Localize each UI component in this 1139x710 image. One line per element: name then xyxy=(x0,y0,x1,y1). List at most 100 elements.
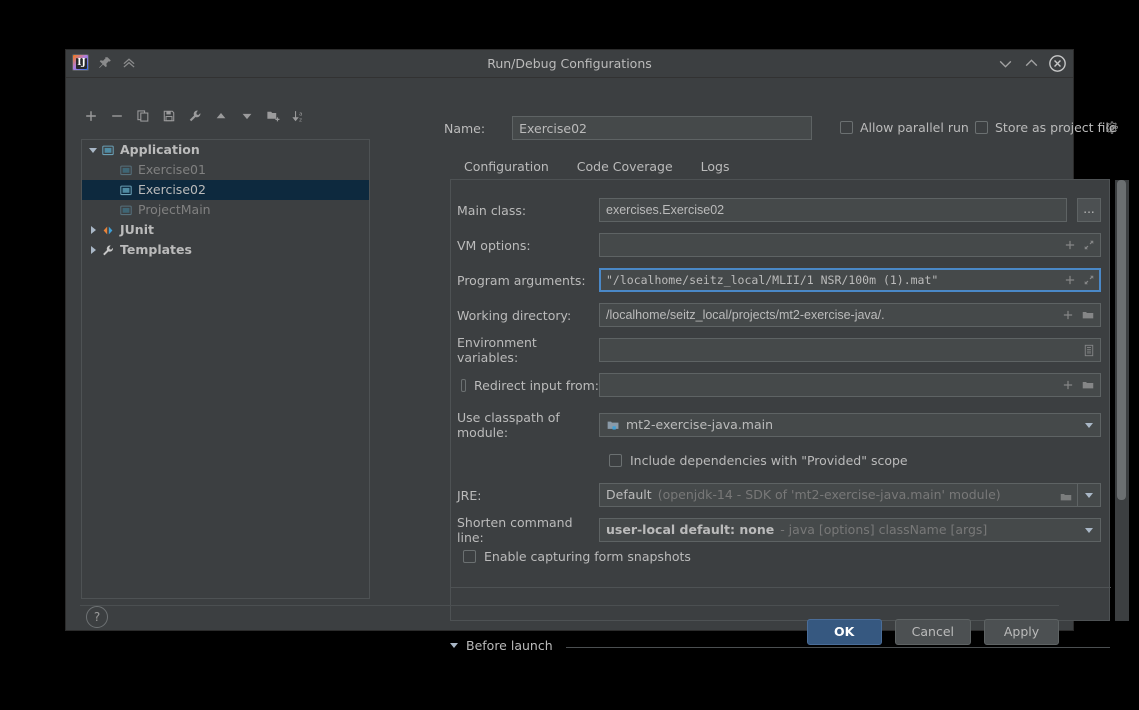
enable-form-snapshots-label: Enable capturing form snapshots xyxy=(484,549,691,564)
dialog-title: Run/Debug Configurations xyxy=(487,56,652,71)
tree-collapse-icon[interactable] xyxy=(86,226,100,234)
environment-variables-label: Environment variables: xyxy=(457,335,537,365)
copy-configuration-button[interactable] xyxy=(130,104,156,128)
cancel-button[interactable]: Cancel xyxy=(894,619,971,645)
gear-icon[interactable] xyxy=(1105,121,1119,135)
module-icon xyxy=(607,421,619,430)
shorten-command-line-combo[interactable]: user-local default: none - java [options… xyxy=(599,518,1101,542)
environment-variables-input[interactable] xyxy=(599,338,1101,362)
jre-combo[interactable]: Default (openjdk-14 - SDK of 'mt2-exerci… xyxy=(599,483,1101,507)
tree-item-templates[interactable]: Templates xyxy=(82,240,369,260)
junit-icon xyxy=(100,224,116,237)
window-controls xyxy=(997,55,1066,72)
editor-tabs: Configuration Code Coverage Logs xyxy=(450,154,744,182)
configurations-tree[interactable]: Application Exercise01 Exercise02 ProjectMa… xyxy=(81,139,370,599)
vm-options-actions xyxy=(1064,233,1095,257)
footer-divider xyxy=(80,605,1059,606)
save-configuration-button[interactable] xyxy=(156,104,182,128)
folder-icon[interactable] xyxy=(1081,309,1095,321)
jre-label: JRE: xyxy=(457,487,482,503)
allow-parallel-run-label: Allow parallel run xyxy=(860,120,969,135)
redirect-input-actions xyxy=(1062,373,1095,397)
tree-item-junit[interactable]: JUnit xyxy=(82,220,369,240)
tree-item-exercise01[interactable]: Exercise01 xyxy=(82,160,369,180)
tab-logs[interactable]: Logs xyxy=(687,154,744,180)
tab-code-coverage[interactable]: Code Coverage xyxy=(563,154,687,180)
program-arguments-row: Program arguments: xyxy=(451,268,1111,292)
tree-item-label: JUnit xyxy=(120,222,154,237)
tree-collapse-icon[interactable] xyxy=(86,246,100,254)
classpath-module-combo[interactable]: mt2-exercise-java.main xyxy=(599,413,1101,437)
move-up-button[interactable] xyxy=(208,104,234,128)
list-edit-icon[interactable] xyxy=(1083,344,1095,357)
dialog-footer: OK Cancel Apply xyxy=(806,619,1059,645)
edit-templates-button[interactable] xyxy=(182,104,208,128)
move-down-button[interactable] xyxy=(234,104,260,128)
name-label: Name: xyxy=(444,120,486,136)
working-directory-row: Working directory: xyxy=(451,303,1111,327)
add-configuration-button[interactable] xyxy=(78,104,104,128)
tree-item-exercise02[interactable]: Exercise02 xyxy=(82,180,369,200)
tree-expand-icon[interactable] xyxy=(86,147,100,153)
expand-icon[interactable] xyxy=(1083,274,1095,286)
jre-row: JRE: Default (openjdk-14 - SDK of 'mt2-e… xyxy=(451,483,1111,507)
main-class-input[interactable] xyxy=(599,198,1067,222)
plus-icon[interactable] xyxy=(1062,309,1074,321)
allow-parallel-run-box[interactable] xyxy=(840,121,853,134)
redirect-input-input[interactable] xyxy=(599,373,1101,397)
tree-item-label: Templates xyxy=(120,242,192,257)
close-button[interactable] xyxy=(1049,55,1066,72)
program-arguments-input[interactable] xyxy=(599,268,1101,292)
environment-variables-actions xyxy=(1083,338,1095,362)
allow-parallel-run-checkbox[interactable]: Allow parallel run xyxy=(840,120,969,135)
apply-button[interactable]: Apply xyxy=(984,619,1059,645)
before-launch-expand-icon[interactable] xyxy=(450,643,458,648)
plus-icon[interactable] xyxy=(1064,239,1076,251)
ok-button[interactable]: OK xyxy=(806,619,882,645)
jre-caret-icon[interactable] xyxy=(1085,493,1093,498)
classpath-module-caret-icon[interactable] xyxy=(1085,423,1093,428)
form-scrollbar[interactable] xyxy=(1115,180,1129,621)
tree-item-label: ProjectMain xyxy=(138,202,211,217)
tree-item-projectmain[interactable]: ProjectMain xyxy=(82,200,369,220)
plus-icon[interactable] xyxy=(1062,379,1074,391)
enable-form-snapshots-checkbox[interactable]: Enable capturing form snapshots xyxy=(463,549,691,564)
before-launch-label: Before launch xyxy=(466,638,553,653)
redirect-input-checkbox[interactable]: Redirect input from: xyxy=(451,378,599,393)
name-input[interactable] xyxy=(512,116,813,140)
vm-options-label: VM options: xyxy=(457,237,531,253)
vm-options-input[interactable] xyxy=(599,233,1101,257)
configuration-editor-panel: Name: Allow parallel run Store as projec… xyxy=(380,78,1129,653)
shorten-command-line-caret-icon[interactable] xyxy=(1085,528,1093,533)
shorten-command-line-row: Shorten command line: user-local default… xyxy=(451,515,1111,545)
tree-item-label: Application xyxy=(120,142,200,157)
before-launch-section[interactable]: Before launch xyxy=(450,638,553,653)
tree-item-application[interactable]: Application xyxy=(82,140,369,160)
redirect-input-label: Redirect input from: xyxy=(474,377,599,393)
plus-icon[interactable] xyxy=(1064,274,1076,286)
run-debug-configurations-dialog: IJ Run/Debug Configurations a z Applicat… xyxy=(66,50,1129,653)
store-as-project-file-checkbox[interactable]: Store as project file xyxy=(975,120,1117,135)
application-icon xyxy=(118,204,134,217)
form-scrollbar-thumb[interactable] xyxy=(1117,180,1126,500)
minimize-button[interactable] xyxy=(997,55,1014,72)
jre-browse-button[interactable] xyxy=(1059,488,1073,507)
move-into-folder-button[interactable] xyxy=(260,104,286,128)
include-provided-checkbox[interactable]: Include dependencies with "Provided" sco… xyxy=(609,453,908,468)
dialog-body: a z Application Exercise01 Exercise02 Proje… xyxy=(66,78,1129,653)
tab-configuration[interactable]: Configuration xyxy=(450,154,563,182)
sort-configurations-button[interactable]: a z xyxy=(286,104,312,128)
remove-configuration-button[interactable] xyxy=(104,104,130,128)
classpath-module-row: Use classpath of module: mt2-exercise-ja… xyxy=(451,410,1111,440)
working-directory-input[interactable] xyxy=(599,303,1101,327)
store-as-project-file-box[interactable] xyxy=(975,121,988,134)
maximize-button[interactable] xyxy=(1023,55,1040,72)
redirect-input-box[interactable] xyxy=(461,378,467,392)
include-provided-box[interactable] xyxy=(609,454,622,467)
main-class-row: Main class: ... xyxy=(451,198,1111,222)
main-class-browse-button[interactable]: ... xyxy=(1077,198,1101,222)
folder-icon[interactable] xyxy=(1081,379,1095,391)
enable-form-snapshots-box[interactable] xyxy=(463,550,476,563)
expand-icon[interactable] xyxy=(1083,239,1095,251)
help-button[interactable]: ? xyxy=(86,606,108,628)
